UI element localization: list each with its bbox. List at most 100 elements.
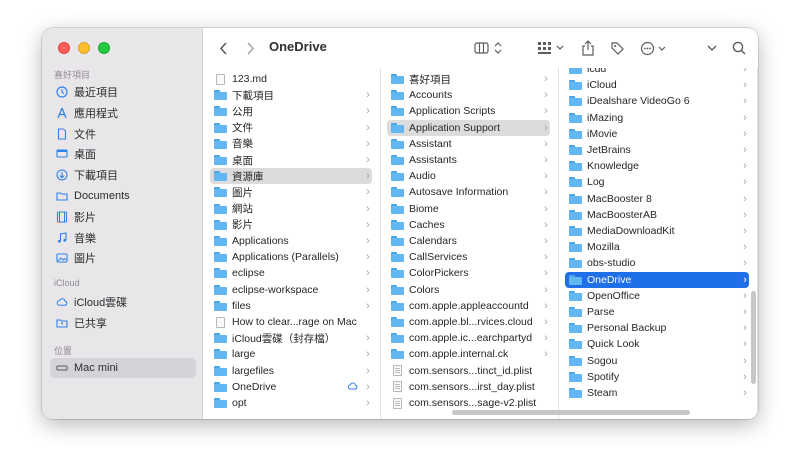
- folder-row[interactable]: Colors ›: [387, 282, 550, 298]
- folder-row[interactable]: icdd ›: [565, 68, 749, 77]
- sidebar-item[interactable]: 桌面: [50, 144, 196, 164]
- folder-row[interactable]: Knowledge ›: [565, 158, 749, 174]
- folder-row[interactable]: Parse ›: [565, 304, 749, 320]
- sidebar-item[interactable]: 文件: [50, 124, 196, 144]
- folder-row[interactable]: Mozilla ›: [565, 239, 749, 255]
- sidebar-item[interactable]: iCloud雲碟: [50, 292, 196, 312]
- item-name: 影片: [232, 219, 253, 232]
- folder-row[interactable]: iMazing ›: [565, 110, 749, 126]
- folder-row[interactable]: Calendars ›: [387, 233, 550, 249]
- folder-row[interactable]: Steam ›: [565, 385, 749, 401]
- folder-row[interactable]: 桌面 ›: [210, 152, 372, 168]
- column-home[interactable]: 123.md 下載項目 › 公用 › 文件 › 音樂 › 桌面 › 資源庫 › 圖片 › 網站 › 影片 › Appl…: [204, 68, 381, 419]
- sidebar-item[interactable]: Documents: [50, 186, 196, 206]
- horizontal-scrollbar[interactable]: [452, 410, 690, 415]
- column-application-support[interactable]: icdd › iCloud › iDealshare VideoGo 6 › iMazing…: [559, 68, 758, 419]
- vertical-scrollbar[interactable]: [751, 291, 756, 384]
- forward-button[interactable]: [246, 40, 255, 56]
- folder-row[interactable]: eclipse ›: [210, 265, 372, 281]
- folder-row[interactable]: Caches ›: [387, 217, 550, 233]
- folder-row[interactable]: com.apple.ic...earchpartyd ›: [387, 330, 550, 346]
- folder-row[interactable]: files ›: [210, 298, 372, 314]
- sidebar-item[interactable]: 下載項目: [50, 165, 196, 185]
- folder-row[interactable]: OpenOffice ›: [565, 288, 749, 304]
- folder-row[interactable]: com.apple.bl...rvices.cloud ›: [387, 314, 550, 330]
- folder-row[interactable]: obs-studio ›: [565, 255, 749, 271]
- folder-row[interactable]: 公用 ›: [210, 103, 372, 119]
- folder-row[interactable]: OneDrive ›: [565, 271, 749, 288]
- folder-row[interactable]: 音樂 ›: [210, 136, 372, 152]
- folder-row[interactable]: Assistants ›: [387, 152, 550, 168]
- folder-row[interactable]: Autosave Information ›: [387, 184, 550, 200]
- close-button[interactable]: [58, 42, 70, 54]
- share-button[interactable]: [580, 40, 596, 56]
- folder-row[interactable]: Spotify ›: [565, 369, 749, 385]
- item-name: iCloud雲碟（封存檔）: [232, 332, 336, 345]
- folder-row[interactable]: 文件 ›: [210, 120, 372, 136]
- column-library[interactable]: 喜好項目 › Accounts › Application Scripts › Applic…: [381, 68, 559, 419]
- folder-row[interactable]: MediaDownloadKit ›: [565, 223, 749, 239]
- item-name: Applications (Parallels): [232, 251, 339, 264]
- sidebar-item[interactable]: 已共享: [50, 313, 196, 333]
- search-button[interactable]: [731, 40, 747, 56]
- folder-row[interactable]: Sogou ›: [565, 353, 749, 369]
- folder-row[interactable]: 下載項目 ›: [210, 87, 372, 103]
- view-mode-button[interactable]: [474, 40, 504, 56]
- folder-row[interactable]: large ›: [210, 346, 372, 362]
- folder-row[interactable]: iDealshare VideoGo 6 ›: [565, 93, 749, 109]
- sidebar-item[interactable]: 最近項目: [50, 82, 196, 102]
- folder-row[interactable]: Accounts ›: [387, 87, 550, 103]
- actions-button[interactable]: [640, 40, 668, 56]
- file-row[interactable]: com.sensors...sage-v2.plist: [387, 395, 550, 411]
- folder-row[interactable]: MacBooster 8 ›: [565, 191, 749, 207]
- folder-row[interactable]: iCloud ›: [565, 77, 749, 93]
- tags-button[interactable]: [609, 40, 625, 56]
- folder-row[interactable]: 資源庫 ›: [210, 168, 372, 185]
- folder-row[interactable]: Assistant ›: [387, 136, 550, 152]
- folder-row[interactable]: OneDrive ›: [210, 379, 372, 395]
- folder-row[interactable]: 影片 ›: [210, 217, 372, 233]
- folder-row[interactable]: 圖片 ›: [210, 184, 372, 200]
- file-row[interactable]: com.sensors...irst_day.plist: [387, 379, 550, 395]
- folder-row[interactable]: opt ›: [210, 395, 372, 411]
- file-row[interactable]: com.sensors...tinct_id.plist: [387, 363, 550, 379]
- sidebar-item[interactable]: 應用程式: [50, 103, 196, 123]
- folder-row[interactable]: CallServices ›: [387, 249, 550, 265]
- zoom-button[interactable]: [98, 42, 110, 54]
- folder-row[interactable]: iCloud雲碟（封存檔） ›: [210, 330, 372, 346]
- folder-row[interactable]: 網站 ›: [210, 201, 372, 217]
- chevron-right-icon: ›: [366, 283, 370, 296]
- folder-icon: [214, 333, 227, 344]
- file-row[interactable]: 123.md: [210, 71, 372, 87]
- folder-row[interactable]: Applications (Parallels) ›: [210, 249, 372, 265]
- folder-row[interactable]: ColorPickers ›: [387, 265, 550, 281]
- sidebar-item[interactable]: Mac mini: [50, 358, 196, 378]
- chevron-left-icon: [219, 41, 227, 55]
- toolbar-overflow-button[interactable]: [706, 40, 718, 56]
- item-name: Personal Backup: [587, 322, 667, 335]
- chevron-right-icon: ›: [544, 105, 548, 118]
- sidebar-item[interactable]: 音樂: [50, 228, 196, 248]
- group-button[interactable]: [537, 40, 567, 56]
- folder-row[interactable]: com.apple.appleaccountd ›: [387, 298, 550, 314]
- folder-row[interactable]: Personal Backup ›: [565, 320, 749, 336]
- folder-row[interactable]: iMovie ›: [565, 126, 749, 142]
- sidebar-item[interactable]: 影片: [50, 207, 196, 227]
- folder-row[interactable]: Application Support ›: [387, 119, 550, 136]
- folder-row[interactable]: MacBoosterAB ›: [565, 207, 749, 223]
- folder-row[interactable]: Quick Look ›: [565, 336, 749, 352]
- back-button[interactable]: [219, 40, 228, 56]
- folder-row[interactable]: com.apple.internal.ck ›: [387, 346, 550, 362]
- folder-row[interactable]: Log ›: [565, 174, 749, 190]
- folder-row[interactable]: Application Scripts ›: [387, 103, 550, 119]
- folder-row[interactable]: largefiles ›: [210, 363, 372, 379]
- file-row[interactable]: How to clear...rage on Mac: [210, 314, 372, 330]
- minimize-button[interactable]: [78, 42, 90, 54]
- folder-row[interactable]: 喜好項目 ›: [387, 71, 550, 87]
- folder-row[interactable]: JetBrains ›: [565, 142, 749, 158]
- folder-row[interactable]: Biome ›: [387, 201, 550, 217]
- folder-row[interactable]: Applications ›: [210, 233, 372, 249]
- folder-row[interactable]: eclipse-workspace ›: [210, 282, 372, 298]
- sidebar-item[interactable]: 圖片: [50, 248, 196, 268]
- folder-row[interactable]: Audio ›: [387, 168, 550, 184]
